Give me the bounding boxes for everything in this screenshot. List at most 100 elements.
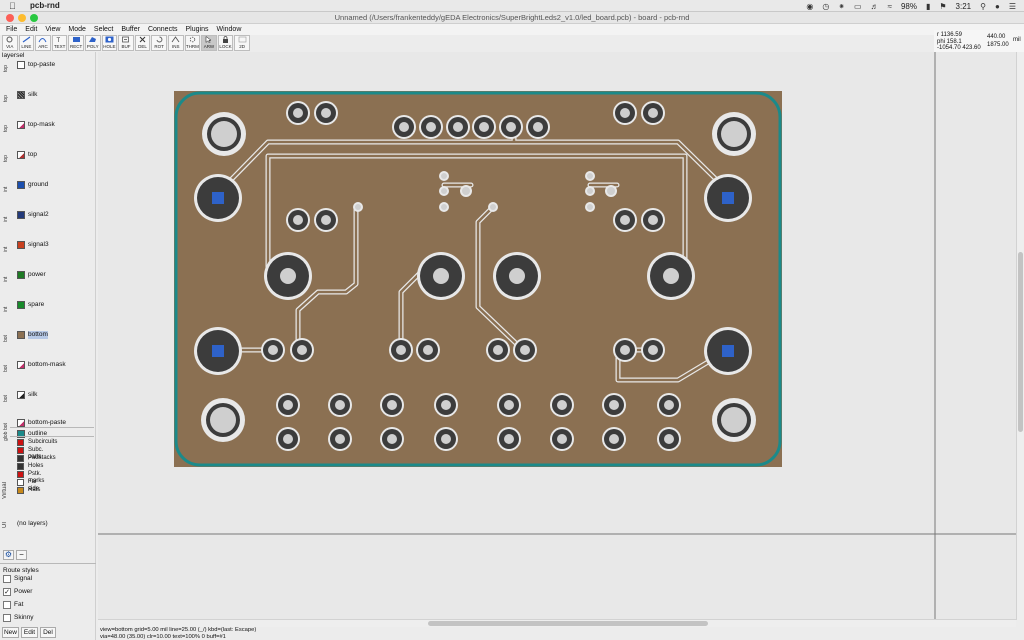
layer-swatch[interactable] — [17, 241, 25, 249]
arrow-icon — [206, 36, 213, 43]
layer-top-silk[interactable]: top silk — [0, 88, 96, 102]
hole-icon — [105, 36, 114, 43]
menu-select[interactable]: Select — [94, 24, 113, 35]
through-hole-pad — [499, 115, 523, 139]
menu-view[interactable]: View — [45, 24, 60, 35]
wifi-icon[interactable]: ≈ — [888, 2, 892, 11]
text-icon: T — [57, 38, 61, 43]
layer-ground[interactable]: int ground — [0, 178, 96, 192]
status-line-2: via=48.00 (35.00) clr=10.00 text=100% 0 … — [100, 633, 226, 640]
horizontal-scroll-thumb[interactable] — [428, 621, 708, 626]
route-style-checkbox[interactable] — [3, 614, 11, 622]
layer-power[interactable]: int power — [0, 268, 96, 282]
layer-collapse-button[interactable]: − — [16, 550, 27, 560]
apple-icon[interactable]:  — [9, 0, 18, 12]
menu-edit[interactable]: Edit — [25, 24, 37, 35]
bluetooth-icon[interactable]: ⁕ — [838, 2, 845, 11]
tool-2d[interactable]: 2D — [234, 35, 250, 51]
layer-top-paste[interactable]: top top-paste — [0, 58, 96, 72]
tool-hole[interactable]: HOLE — [101, 35, 118, 51]
tool-text[interactable]: T TEXT — [51, 35, 68, 51]
menu-window[interactable]: Window — [216, 24, 241, 35]
minus-icon: − — [19, 550, 24, 559]
layer-swatch[interactable] — [17, 301, 25, 309]
tool-delete[interactable]: DEL — [134, 35, 151, 51]
tool-poly[interactable]: POLY — [84, 35, 101, 51]
layer-bottom-silk[interactable]: bot silk — [0, 388, 96, 402]
layer-top-mask[interactable]: top top-mask — [0, 118, 96, 132]
layer-swatch[interactable] — [17, 121, 25, 129]
readout-y: 1875.00 — [987, 42, 1009, 48]
tool-lock[interactable]: LOCK — [217, 35, 234, 51]
menu-mode[interactable]: Mode — [68, 24, 86, 35]
vertical-scroll-thumb[interactable] — [1018, 252, 1023, 432]
layer-swatch[interactable] — [17, 331, 25, 339]
unit-toggle[interactable]: mil — [1013, 37, 1021, 43]
through-hole-pad — [641, 101, 665, 125]
tool-via[interactable]: VIA — [2, 35, 18, 51]
flag-icon[interactable]: ⚑ — [939, 2, 946, 11]
menu-buffer[interactable]: Buffer — [121, 24, 140, 35]
through-hole-pad — [613, 101, 637, 125]
layer-swatch[interactable] — [17, 181, 25, 189]
notification-center-icon[interactable]: ☰ — [1009, 2, 1016, 11]
horizontal-scrollbar[interactable] — [98, 619, 1016, 627]
layer-add-button[interactable]: ⚙ — [3, 550, 14, 560]
tool-arc[interactable]: ARC — [35, 35, 51, 51]
virtual-group-label: Virtual — [2, 482, 8, 499]
tool-arrow[interactable]: ARW — [201, 35, 217, 51]
airplay-icon[interactable]: ▭ — [854, 2, 862, 11]
layer-swatch[interactable] — [17, 151, 25, 159]
route-edit-button[interactable]: Edit — [21, 627, 38, 638]
layer-swatch[interactable] — [17, 271, 25, 279]
layer-swatch[interactable] — [17, 91, 25, 99]
spotlight-icon[interactable]: ⚲ — [980, 2, 986, 11]
layer-signal2[interactable]: int signal2 — [0, 208, 96, 222]
through-hole-pad — [472, 115, 496, 139]
via-icon — [6, 36, 13, 43]
clock-icon[interactable]: ◷ — [822, 2, 829, 11]
through-hole-pad — [276, 427, 300, 451]
layer-swatch[interactable] — [17, 419, 25, 427]
pcb-canvas[interactable] — [98, 52, 1016, 620]
menu-file[interactable]: File — [6, 24, 17, 35]
tool-thermal[interactable]: THRM — [184, 35, 201, 51]
tool-rect[interactable]: RECT — [68, 35, 84, 51]
buffer-icon — [122, 36, 130, 43]
route-style-checkbox[interactable]: ✓ — [3, 588, 11, 596]
through-hole-pad — [389, 338, 413, 362]
battery-icon[interactable]: ▮ — [926, 2, 930, 11]
tool-rotate[interactable]: ROT — [151, 35, 167, 51]
layer-spare[interactable]: int spare — [0, 298, 96, 312]
layer-swatch[interactable] — [17, 61, 25, 69]
menu-connects[interactable]: Connects — [148, 24, 178, 35]
thermal-icon — [189, 36, 196, 43]
route-style-checkbox[interactable] — [3, 601, 11, 609]
tool-insert[interactable]: INS — [167, 35, 184, 51]
menu-plugins[interactable]: Plugins — [186, 24, 209, 35]
layer-swatch[interactable] — [17, 361, 25, 369]
layer-bottom[interactable]: bot bottom — [0, 328, 96, 342]
through-hole-pad — [314, 208, 338, 232]
layer-bottom-mask[interactable]: bot bottom-mask — [0, 358, 96, 372]
poly-icon — [89, 37, 97, 42]
line-icon — [22, 36, 31, 43]
layer-top[interactable]: top top — [0, 148, 96, 162]
window-titlebar: Unnamed (/Users/frankenteddy/gEDA Electr… — [0, 12, 1024, 24]
layer-swatch[interactable] — [17, 391, 25, 399]
app-name[interactable]: pcb-rnd — [30, 0, 60, 12]
route-del-button[interactable]: Del — [40, 627, 56, 638]
tool-line[interactable]: LINE — [18, 35, 35, 51]
volume-icon[interactable]: ♬ — [871, 2, 879, 11]
user-icon[interactable]: ● — [995, 2, 1000, 11]
vertical-scrollbar[interactable] — [1016, 52, 1024, 620]
route-style-checkbox[interactable] — [3, 575, 11, 583]
tool-buffer[interactable]: BUF — [118, 35, 134, 51]
through-hole-pad — [446, 115, 470, 139]
layer-swatch[interactable] — [17, 211, 25, 219]
pcb-drawing[interactable] — [98, 52, 1016, 620]
layer-signal3[interactable]: int signal3 — [0, 238, 96, 252]
creative-cloud-icon[interactable]: ◉ — [806, 2, 813, 11]
route-new-button[interactable]: New — [2, 627, 19, 638]
clock-time[interactable]: 3:21 — [956, 2, 972, 11]
